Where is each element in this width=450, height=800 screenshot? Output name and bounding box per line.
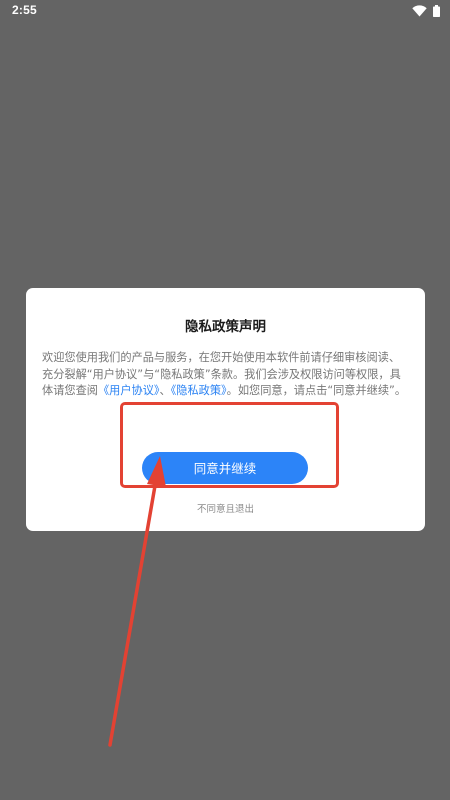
wifi-icon (412, 5, 427, 17)
status-icons (412, 4, 440, 18)
dialog-body: 欢迎您使用我们的产品与服务，在您开始使用本软件前请仔细审核阅读、充分裂解“用户协… (42, 350, 410, 400)
battery-icon (433, 5, 440, 17)
user-agreement-link[interactable]: 《用户协议》 (98, 384, 160, 397)
link-separator: 、 (159, 384, 171, 397)
dialog-title: 隐私政策声明 (185, 319, 266, 335)
privacy-policy-link[interactable]: 《隐私政策》 (171, 384, 227, 397)
dialog-body-text-end: 。如您同意，请点击“同意并继续”。 (226, 384, 407, 397)
decline-exit-button[interactable]: 不同意且退出 (26, 501, 425, 515)
status-time: 2:55 (12, 3, 37, 17)
annotation-highlight-box (120, 402, 339, 488)
status-bar: 2:55 (0, 0, 450, 22)
